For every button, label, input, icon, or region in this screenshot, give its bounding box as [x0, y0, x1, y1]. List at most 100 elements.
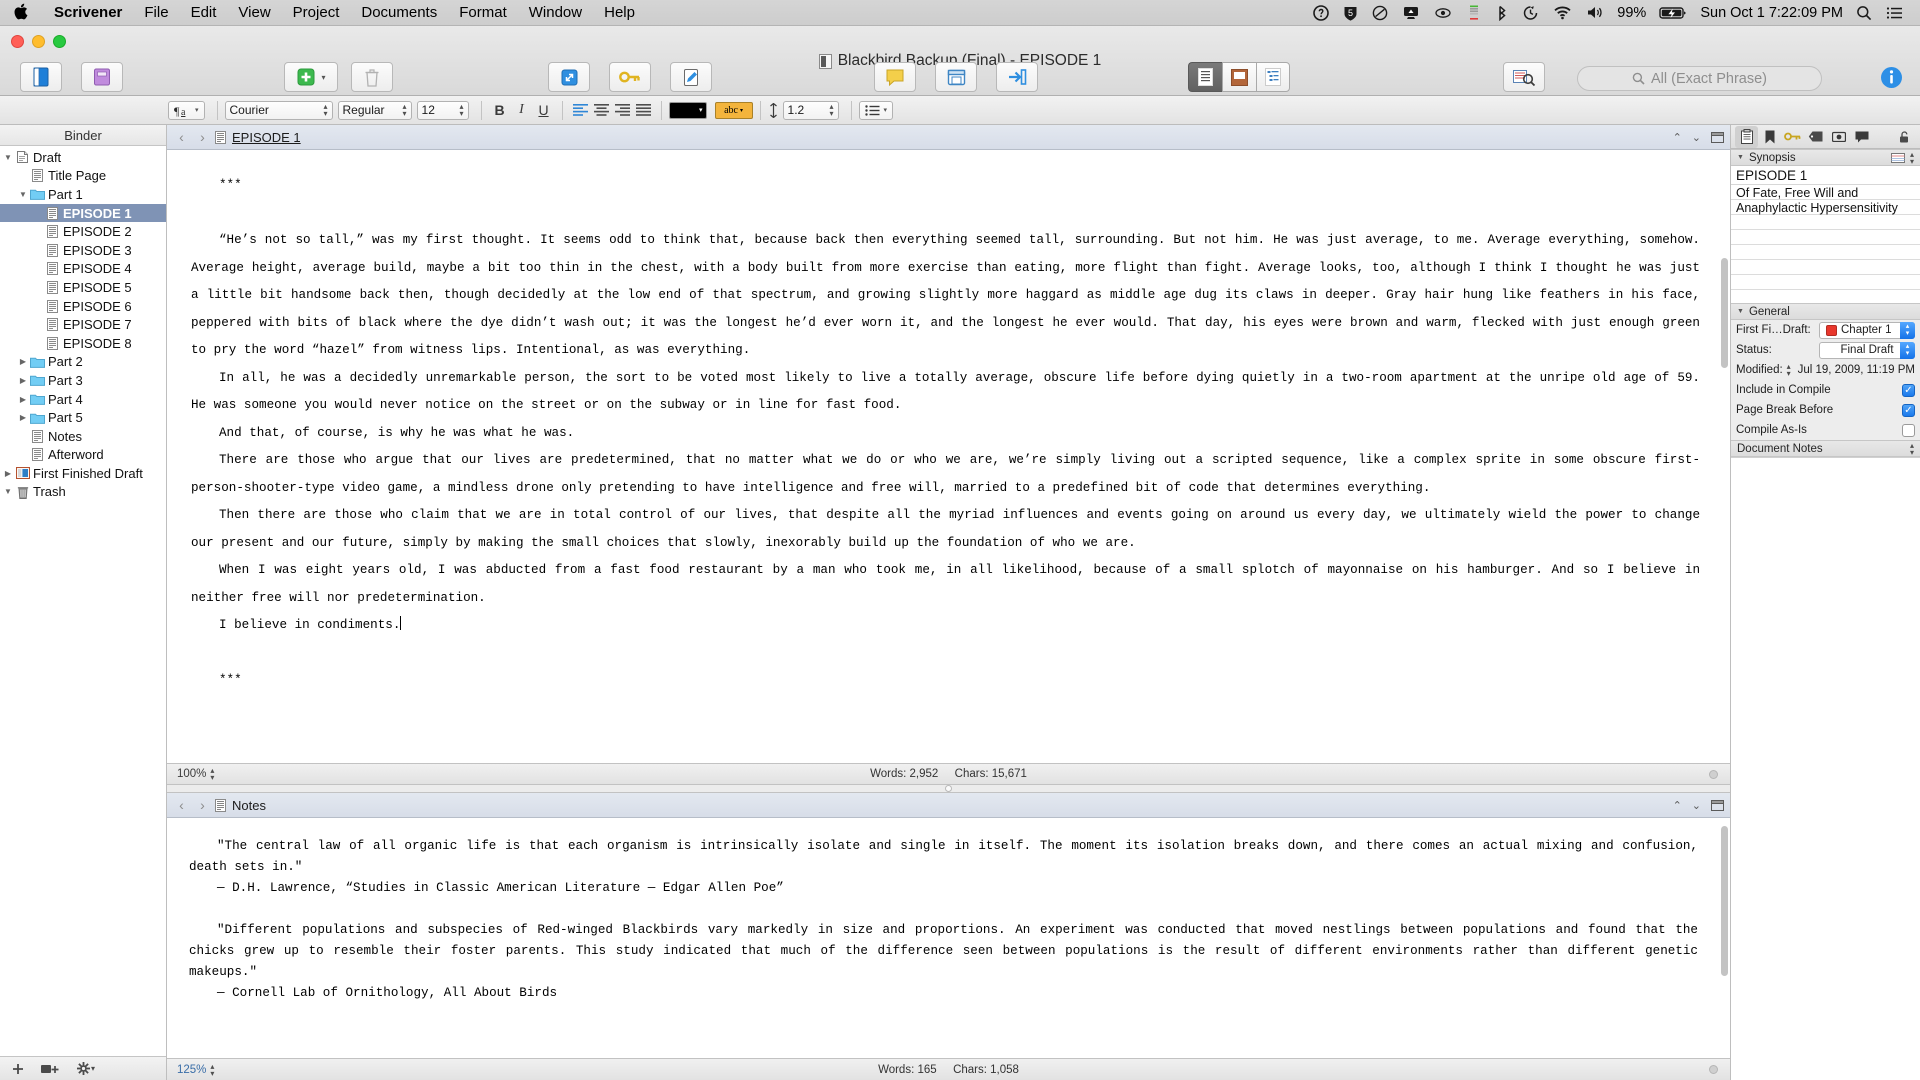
italic-button[interactable]: I [511, 100, 533, 120]
notes-document-title[interactable]: Notes [232, 798, 266, 813]
snapshot-camera-icon[interactable] [1827, 126, 1850, 148]
editor-text-area[interactable]: *** “He’s not so tall,” was my first tho… [167, 150, 1730, 763]
keywords-key-icon[interactable] [1781, 126, 1804, 148]
notes-pad-icon[interactable] [1735, 125, 1758, 148]
istat-menu-icon[interactable] [1459, 0, 1489, 26]
underline-button[interactable]: U [533, 100, 555, 120]
eye-icon[interactable] [1427, 0, 1459, 26]
notes-scrollbar[interactable] [1721, 826, 1728, 976]
time-machine-icon[interactable] [1515, 0, 1546, 26]
split-editor-icon[interactable] [1711, 131, 1724, 143]
splitter-grip[interactable] [945, 785, 952, 792]
wifi-icon[interactable] [1546, 0, 1579, 26]
stepper-icon[interactable]: ▴ ▾ [1900, 321, 1915, 339]
text-color-well[interactable]: ▾ [668, 101, 707, 119]
menu-item-edit[interactable]: Edit [180, 0, 228, 26]
apple-menu-icon[interactable] [0, 3, 43, 20]
shield-icon[interactable]: 5 [1336, 0, 1365, 26]
menu-item-scrivener[interactable]: Scrivener [43, 0, 133, 26]
binder-item-episode-2[interactable]: EPISODE 2 [0, 222, 166, 241]
stepper-icon[interactable]: ▴ ▾ [1787, 363, 1791, 378]
status-select[interactable]: Final Draft ▴ ▾ [1819, 341, 1915, 359]
notes-text-area[interactable]: "The central law of all organic life is … [167, 818, 1730, 1058]
page-break-before-row[interactable]: Page Break Before ✓ [1731, 400, 1920, 420]
binder-item-notes[interactable]: Notes [0, 427, 166, 446]
synopsis-section-header[interactable]: ▼ Synopsis ▴ ▾ [1731, 149, 1920, 166]
font-size-select[interactable]: 12 ▴ ▾ [416, 100, 469, 120]
binder-item-episode-4[interactable]: EPISODE 4 [0, 260, 166, 279]
volume-icon[interactable] [1579, 0, 1611, 26]
search-input[interactable]: All (Exact Phrase) [1577, 66, 1822, 91]
editor-splitter[interactable] [167, 785, 1730, 793]
binder-item-episode-5[interactable]: EPISODE 5 [0, 278, 166, 297]
general-section-header[interactable]: ▼ General [1731, 303, 1920, 320]
collapse-up-icon[interactable]: ⌃ [1673, 131, 1682, 144]
binder-item-part-5[interactable]: ▶ Part 5 [0, 408, 166, 427]
synopsis-title-field[interactable]: EPISODE 1 [1731, 166, 1920, 185]
binder-item-part-2[interactable]: ▶ Part 2 [0, 353, 166, 372]
disclosure-triangle-down-icon[interactable]: ▼ [1737, 154, 1744, 161]
stepper-icon[interactable]: ▴ ▾ [1910, 150, 1914, 165]
disclosure-triangle-down-icon[interactable]: ▼ [1737, 308, 1744, 315]
binder-tree[interactable]: ▼ Draft Title Page ▼ Part 1 EPISODE 1 EPISODE … [0, 146, 166, 1056]
disclosure-triangle-right-icon[interactable]: ▶ [17, 357, 29, 366]
document-view-icon[interactable] [1188, 62, 1222, 92]
corkboard-view-icon[interactable] [1222, 62, 1256, 92]
one-password-icon[interactable] [1306, 0, 1336, 26]
menu-item-view[interactable]: View [227, 0, 281, 26]
expand-down-icon[interactable]: ⌄ [1692, 799, 1701, 812]
collapse-up-icon[interactable]: ⌃ [1673, 799, 1682, 812]
outliner-view-icon[interactable] [1256, 62, 1290, 92]
notes-text-content[interactable]: "The central law of all organic life is … [167, 818, 1730, 1014]
split-editor-icon[interactable] [1711, 799, 1724, 811]
unlock-icon[interactable] [1893, 126, 1916, 148]
label-tag-icon[interactable] [1804, 126, 1827, 148]
stepper-icon[interactable]: ▴ ▾ [1900, 341, 1915, 359]
line-spacing-select[interactable]: 1.2 ▴ ▾ [782, 100, 839, 120]
disclosure-triangle-down-icon[interactable]: ▼ [17, 190, 29, 199]
binder-item-part-3[interactable]: ▶ Part 3 [0, 371, 166, 390]
editor-text-content[interactable]: *** “He’s not so tall,” was my first tho… [167, 150, 1730, 705]
synopsis-body-field[interactable]: Of Fate, Free Will and Anaphylactic Hype… [1731, 185, 1920, 303]
menu-item-help[interactable]: Help [593, 0, 646, 26]
battery-charging-icon[interactable] [1652, 0, 1694, 26]
expand-down-icon[interactable]: ⌄ [1692, 131, 1701, 144]
back-chevron-icon[interactable]: ‹ [173, 129, 190, 145]
disclosure-triangle-right-icon[interactable]: ▶ [2, 469, 14, 478]
menu-item-project[interactable]: Project [282, 0, 351, 26]
binder-item-episode-1[interactable]: EPISODE 1 [0, 203, 166, 223]
font-style-select[interactable]: Regular ▴ ▾ [337, 100, 412, 120]
disclosure-triangle-right-icon[interactable]: ▶ [17, 413, 29, 422]
binder-item-episode-6[interactable]: EPISODE 6 [0, 297, 166, 316]
view-mode-segmented-control[interactable] [1188, 62, 1290, 92]
maximize-window-button[interactable] [53, 35, 66, 48]
page-break-before-checkbox[interactable]: ✓ [1902, 403, 1915, 417]
list-menu[interactable]: ▾ [858, 100, 894, 120]
label-select[interactable]: Chapter 1 ▴ ▾ [1819, 321, 1915, 339]
binder-item-title-page[interactable]: Title Page [0, 167, 166, 186]
display-menu-icon[interactable] [1395, 0, 1427, 26]
align-left-icon[interactable] [570, 100, 591, 120]
align-right-icon[interactable] [612, 100, 633, 120]
comments-bubble-icon[interactable] [1850, 126, 1873, 148]
highlight-color-well[interactable]: abc ▾ [714, 101, 753, 119]
stepper-icon[interactable]: ▴ ▾ [1910, 441, 1914, 456]
binder-item-trash[interactable]: ▼ Trash [0, 483, 166, 502]
menu-item-documents[interactable]: Documents [350, 0, 448, 26]
disclosure-triangle-right-icon[interactable]: ▶ [17, 395, 29, 404]
add-folder-icon[interactable] [41, 1063, 60, 1075]
index-card-icon[interactable] [1890, 152, 1905, 163]
document-notes-section-header[interactable]: Document Notes ▴ ▾ [1731, 440, 1920, 457]
add-item-icon[interactable] [12, 1063, 24, 1075]
menu-bar-clock[interactable]: Sun Oct 1 7:22:09 PM [1694, 5, 1849, 21]
editor-scrollbar[interactable] [1721, 258, 1728, 368]
close-window-button[interactable] [11, 35, 24, 48]
disclosure-triangle-right-icon[interactable]: ▶ [17, 376, 29, 385]
forward-chevron-icon[interactable]: › [194, 797, 211, 813]
bookmark-icon[interactable] [1758, 126, 1781, 148]
minimize-window-button[interactable] [32, 35, 45, 48]
compile-as-is-checkbox[interactable] [1902, 423, 1915, 437]
chevron-down-icon[interactable]: ▾ [321, 73, 325, 82]
crashplan-icon[interactable] [1365, 0, 1395, 26]
forward-chevron-icon[interactable]: › [194, 129, 211, 145]
